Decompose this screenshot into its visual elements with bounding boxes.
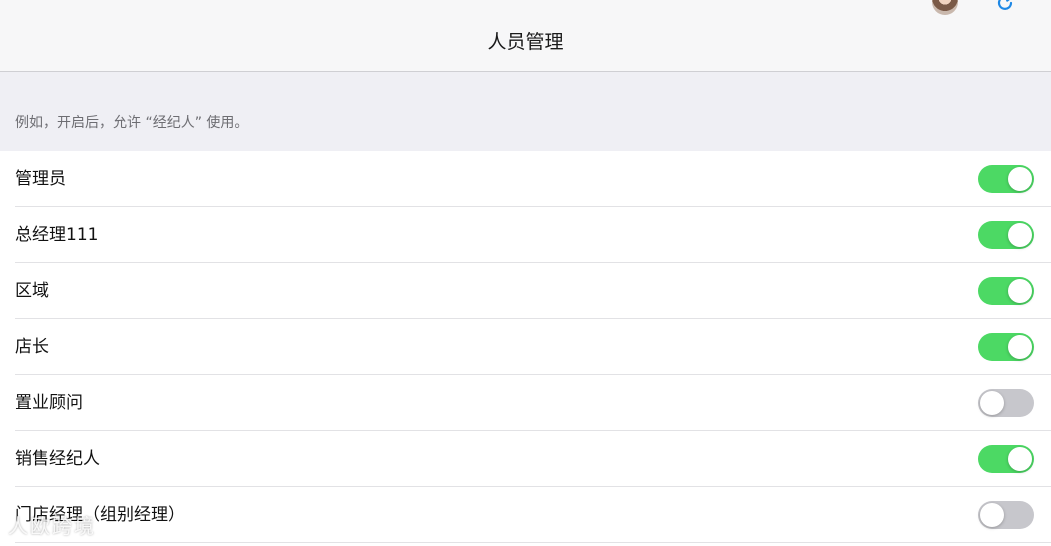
toggle-knob <box>1008 447 1032 471</box>
list-item: 管理员 <box>0 151 1051 207</box>
list-item: 店长 <box>0 319 1051 375</box>
role-label: 管理员 <box>15 169 66 189</box>
list-item: 门店经理（组别经理） <box>0 487 1051 543</box>
role-toggle[interactable] <box>978 333 1034 361</box>
role-toggle[interactable] <box>978 277 1034 305</box>
list-item: 销售经纪人 <box>0 431 1051 487</box>
toggle-knob <box>1008 167 1032 191</box>
list-item: 置业顾问 <box>0 375 1051 431</box>
role-label: 门店经理（组别经理） <box>15 505 185 525</box>
toggle-knob <box>1008 223 1032 247</box>
role-toggle[interactable] <box>978 221 1034 249</box>
role-toggle[interactable] <box>978 501 1034 529</box>
refresh-icon[interactable] <box>994 0 1016 14</box>
list-item: 区域 <box>0 263 1051 319</box>
section-note: 例如，开启后，允许 “经纪人” 使用。 <box>15 115 249 131</box>
toggle-knob <box>980 391 1004 415</box>
toggle-knob <box>980 503 1004 527</box>
role-toggle[interactable] <box>978 165 1034 193</box>
page-title: 人员管理 <box>487 31 564 53</box>
role-list: 管理员 总经理111 区域 店长 置业顾问 销售经纪人 门店经理（组别经理） <box>0 151 1051 543</box>
role-label: 置业顾问 <box>15 393 83 413</box>
role-label: 总经理111 <box>15 225 99 245</box>
role-toggle[interactable] <box>978 389 1034 417</box>
page: 人员管理 例如，开启后，允许 “经纪人” 使用。 管理员 总经理111 区域 店… <box>0 0 1051 546</box>
list-item: 总经理111 <box>0 207 1051 263</box>
avatar[interactable] <box>932 0 958 15</box>
toggle-knob <box>1008 335 1032 359</box>
role-label: 店长 <box>15 337 49 357</box>
role-label: 销售经纪人 <box>15 449 100 469</box>
navigation-bar: 人员管理 <box>0 0 1051 72</box>
role-label: 区域 <box>15 281 49 301</box>
section-header <box>0 72 1051 151</box>
toggle-knob <box>1008 279 1032 303</box>
role-toggle[interactable] <box>978 445 1034 473</box>
